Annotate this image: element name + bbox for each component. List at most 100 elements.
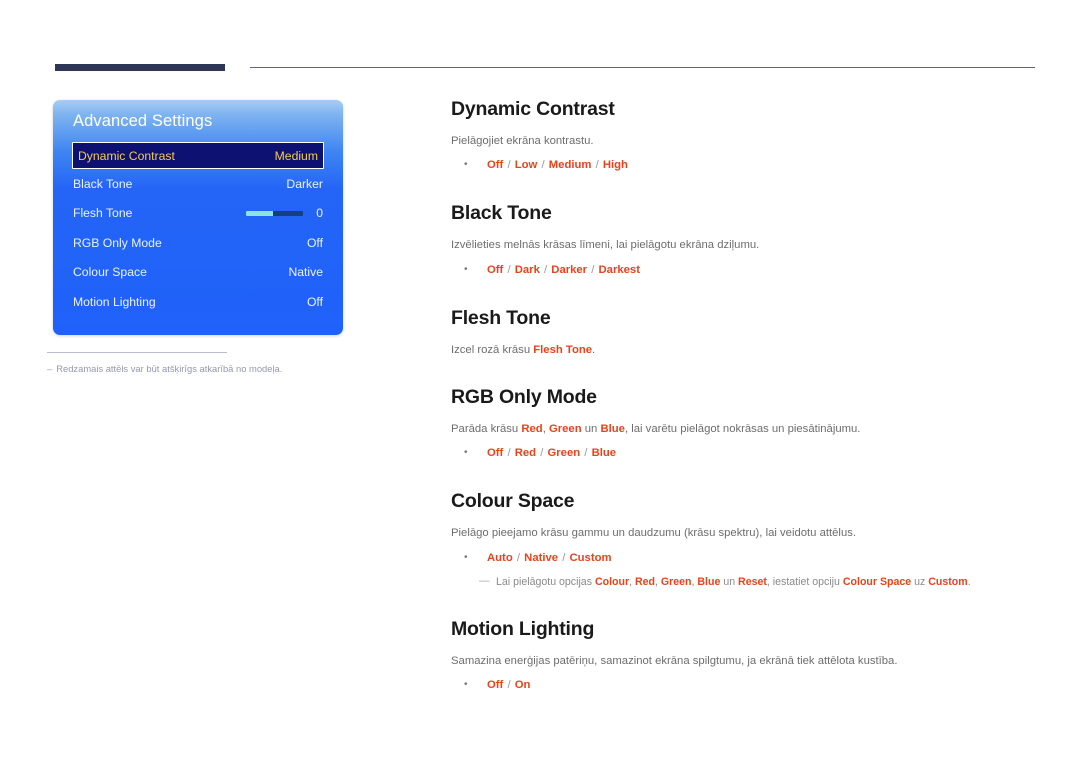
osd-row-colour-space[interactable]: Colour Space Native	[73, 258, 323, 288]
osd-row-value-group: Medium	[275, 149, 318, 163]
footnote-body: Redzamais attēls var būt atšķirīgs atkar…	[56, 363, 283, 374]
section-description: Parāda krāsu Red, Green un Blue, lai var…	[451, 421, 1041, 437]
osd-row-rgb-only-mode[interactable]: RGB Only Mode Off	[73, 228, 323, 258]
section-dynamic-contrast: Dynamic Contrast Pielāgojiet ekrāna kont…	[451, 98, 1041, 174]
header-accent-bar	[55, 64, 225, 71]
section-motion-lighting: Motion Lighting Samazina enerģijas patēr…	[451, 618, 1041, 694]
section-title: RGB Only Mode	[451, 386, 597, 408]
section-title: Motion Lighting	[451, 617, 595, 640]
footnote-divider	[47, 352, 227, 353]
option-value: Dark	[514, 263, 540, 276]
footnote-text: – Redzamais attēls var būt atšķirīgs atka…	[47, 363, 377, 374]
section-description: Izvēlieties melnās krāsas līmeni, lai pi…	[451, 239, 760, 252]
osd-row-label: Dynamic Contrast	[78, 148, 175, 163]
option-value: Off	[487, 263, 504, 276]
desc-text: Parāda krāsu	[451, 423, 522, 435]
desc-text: uz	[911, 575, 929, 588]
option-separator: /	[537, 447, 547, 460]
option-list-item: Off / On	[451, 677, 1041, 694]
section-flesh-tone: Flesh Tone Izcel rozā krāsu Flesh Tone.	[451, 307, 1041, 358]
option-value: Blue	[591, 447, 617, 460]
option-list-item: Off / Low / Medium / High	[451, 157, 1041, 174]
osd-row-label: RGB Only Mode	[73, 235, 162, 250]
osd-row-value: Off	[306, 235, 323, 250]
section-colour-space: Colour Space Pielāgo pieejamo krāsu gamm…	[451, 490, 1041, 590]
desc-text: Lai pielāgotu opcijas	[496, 575, 595, 588]
panel-footnote: – Redzamais attēls var būt atšķirīgs atka…	[47, 352, 377, 374]
inline-keyword: Custom	[928, 575, 968, 588]
inline-keyword: Flesh Tone	[533, 343, 593, 356]
section-black-tone: Black Tone Izvēlieties melnās krāsas līm…	[451, 202, 1041, 278]
osd-row-black-tone[interactable]: Black Tone Darker	[73, 169, 323, 199]
option-separator: /	[513, 551, 524, 564]
osd-row-value: Medium	[274, 148, 318, 163]
osd-row-label: Black Tone	[73, 176, 133, 191]
section-description: Izcel rozā krāsu Flesh Tone.	[451, 342, 1041, 358]
option-separator: /	[559, 551, 569, 564]
option-separator: /	[540, 263, 551, 276]
inline-keyword: Green	[548, 423, 582, 435]
inline-keyword: Blue	[697, 575, 721, 588]
option-value: On	[514, 679, 531, 692]
section-subnote: — Lai pielāgotu opcijas Colour, Red, Gree…	[451, 575, 1041, 590]
option-list-item: Off / Red / Green / Blue	[451, 445, 1041, 462]
option-separator: /	[592, 159, 602, 172]
inline-keyword: Colour Space	[842, 575, 912, 588]
section-description: Pielāgojiet ekrāna kontrastu.	[451, 135, 594, 147]
osd-row-value-group: Native	[288, 265, 323, 279]
osd-row-label: Flesh Tone	[73, 206, 133, 221]
section-title: Colour Space	[451, 490, 575, 513]
osd-row-flesh-tone[interactable]: Flesh Tone 0	[73, 199, 323, 229]
osd-row-value-group: Darker	[286, 177, 323, 191]
manual-content: Dynamic Contrast Pielāgojiet ekrāna kont…	[451, 98, 1041, 694]
option-separator: /	[504, 159, 514, 172]
subnote-emdash: —	[479, 574, 490, 587]
osd-row-value: Darker	[286, 176, 323, 191]
section-title: Flesh Tone	[451, 306, 551, 329]
osd-row-value-group: 0	[246, 206, 323, 220]
option-value: Medium	[548, 159, 592, 172]
inline-keyword: Green	[660, 575, 692, 588]
option-value: High	[602, 159, 628, 172]
osd-row-value: 0	[316, 206, 323, 221]
osd-menu-list: Dynamic Contrast Medium Black Tone Darker Fl…	[53, 142, 343, 317]
osd-row-value: Native	[288, 265, 323, 280]
option-list: Off / Low / Medium / High	[451, 157, 1041, 174]
osd-row-value-group: Off	[307, 236, 323, 250]
section-description: Samazina enerģijas patēriņu, samazinot e…	[451, 654, 898, 667]
option-list: Off / Red / Green / Blue	[451, 445, 1041, 462]
footnote-dash: –	[47, 363, 53, 374]
option-separator: /	[581, 447, 591, 460]
osd-slider-fill	[246, 210, 273, 216]
inline-keyword: Blue	[600, 423, 625, 435]
option-separator: /	[588, 263, 598, 276]
osd-row-value-group: Off	[307, 295, 323, 309]
section-title: Dynamic Contrast	[451, 98, 615, 120]
desc-text: un	[720, 575, 739, 588]
option-value: Custom	[569, 551, 612, 564]
option-separator: /	[538, 159, 548, 172]
option-value: Red	[514, 447, 537, 460]
inline-keyword: Colour	[594, 575, 630, 588]
option-separator: /	[504, 679, 514, 692]
desc-text: .	[967, 575, 971, 588]
desc-text: .	[592, 343, 596, 356]
option-value: Green	[547, 447, 581, 460]
option-value: Off	[487, 447, 504, 460]
section-title: Black Tone	[451, 202, 552, 225]
osd-row-dynamic-contrast[interactable]: Dynamic Contrast Medium	[72, 142, 324, 169]
option-value: Darkest	[598, 263, 640, 276]
option-separator: /	[504, 263, 514, 276]
option-value: Auto	[487, 551, 513, 564]
header-divider-line	[250, 67, 1035, 68]
section-rgb-only-mode: RGB Only Mode Parāda krāsu Red, Green un…	[451, 386, 1041, 462]
osd-row-value: Off	[306, 294, 323, 309]
osd-slider[interactable]	[246, 210, 304, 216]
osd-row-motion-lighting[interactable]: Motion Lighting Off	[73, 287, 323, 317]
option-value: Native	[524, 551, 559, 564]
section-description: Pielāgo pieejamo krāsu gammu un daudzumu…	[451, 527, 857, 540]
option-list: Off / On	[451, 677, 1041, 694]
option-list-item: Off / Dark / Darker / Darkest	[451, 262, 1041, 279]
option-value: Darker	[551, 263, 588, 276]
osd-row-label: Colour Space	[73, 265, 147, 280]
